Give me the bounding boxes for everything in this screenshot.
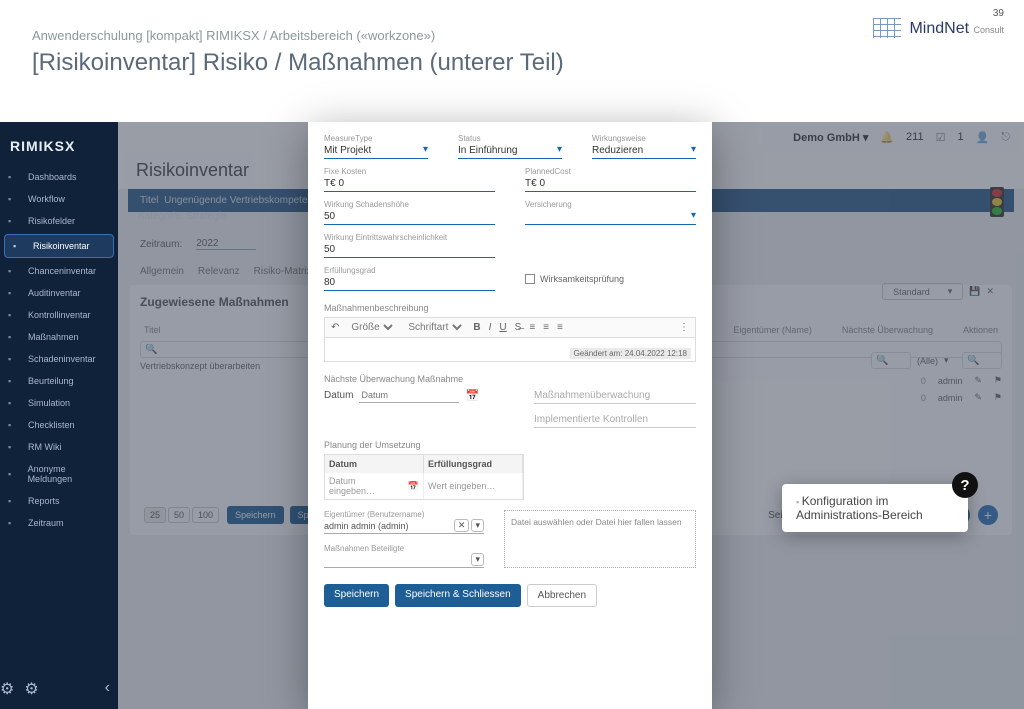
sidebar-item-rm-wiki[interactable]: ▪RM Wiki	[0, 436, 118, 458]
font-size-select[interactable]: Größe	[347, 321, 396, 334]
insurance-select[interactable]	[525, 209, 696, 225]
app-zone: RIMIKSX ▪Dashboards▪Workflow▪Risikofelde…	[0, 122, 1024, 709]
rte-editor[interactable]: Geändert am: 24.04.2022 12:18	[324, 338, 696, 362]
save-button[interactable]: Speichern & Schliessen	[395, 584, 521, 607]
chevron-down-icon: ▾	[691, 210, 696, 221]
nav-icon: ▪	[8, 376, 22, 386]
sidebar-item-beurteilung[interactable]: ▪Beurteilung	[0, 370, 118, 392]
sidebar-item-maßnahmen[interactable]: ▪Maßnahmen	[0, 326, 118, 348]
chevron-down-icon[interactable]: ▾	[471, 519, 484, 532]
status-select[interactable]: In Einführung	[458, 143, 562, 159]
sidebar-item-reports[interactable]: ▪Reports	[0, 490, 118, 512]
monitor-date-input[interactable]	[359, 388, 459, 403]
cancel-button[interactable]: Abbrechen	[527, 584, 597, 607]
sidebar-item-risikofelder[interactable]: ▪Risikofelder	[0, 210, 118, 232]
nav-icon: ▪	[8, 398, 22, 408]
sidebar: RIMIKSX ▪Dashboards▪Workflow▪Risikofelde…	[0, 122, 118, 709]
sidebar-item-schadeninventar[interactable]: ▪Schadeninventar	[0, 348, 118, 370]
measure-modal: MeasureTypeMit Projekt▾ StatusIn Einführ…	[308, 122, 712, 709]
chevron-down-icon: ▾	[557, 144, 562, 155]
planned-cost-input[interactable]: T€ 0	[525, 176, 696, 192]
sidebar-item-auditinventar[interactable]: ▪Auditinventar	[0, 282, 118, 304]
effect-select[interactable]: Reduzieren	[592, 143, 696, 159]
nav-icon: ▪	[8, 216, 22, 226]
sidebar-item-kontrollinventar[interactable]: ▪Kontrollinventar	[0, 304, 118, 326]
gear-icon[interactable]: ⚙	[0, 679, 14, 699]
file-dropzone[interactable]: Datei auswählen oder Datei hier fallen l…	[504, 510, 696, 568]
settings-icon[interactable]: ⚙	[24, 679, 38, 699]
sidebar-item-dashboards[interactable]: ▪Dashboards	[0, 166, 118, 188]
damage-impact-input[interactable]: 50	[324, 209, 495, 225]
nav-icon: ▪	[8, 442, 22, 452]
rte-toolbar[interactable]: ↶ Größe Schriftart B I U S̶ ≡ ≡ ≡ ⋮	[324, 317, 696, 338]
chevron-down-icon: ▾	[691, 144, 696, 155]
breadcrumb: Anwenderschulung [kompakt] RIMIKSX / Arb…	[32, 28, 992, 43]
underline-icon[interactable]: U	[499, 322, 506, 333]
monitoring-input[interactable]: Maßnahmenüberwachung	[534, 388, 696, 404]
save-button[interactable]: Speichern	[324, 584, 389, 607]
grid-icon	[873, 18, 901, 38]
nav-icon: ▪	[8, 266, 22, 276]
align-left-icon[interactable]: ≡	[529, 322, 535, 333]
sidebar-item-checklisten[interactable]: ▪Checklisten	[0, 414, 118, 436]
participants-select[interactable]: ▾	[324, 553, 484, 568]
align-right-icon[interactable]: ≡	[557, 322, 563, 333]
collapse-icon[interactable]: ‹	[105, 679, 110, 699]
sidebar-brand: RIMIKSX	[0, 132, 118, 166]
bold-icon[interactable]: B	[473, 322, 480, 333]
nav-icon: ▪	[8, 496, 22, 506]
sidebar-item-chanceninventar[interactable]: ▪Chanceninventar	[0, 260, 118, 282]
sidebar-item-anonyme-meldungen[interactable]: ▪Anonyme Meldungen	[0, 458, 118, 490]
calendar-icon[interactable]: 📅	[465, 389, 479, 402]
sidebar-item-zeitraum[interactable]: ▪Zeitraum	[0, 512, 118, 534]
nav-icon: ▪	[8, 172, 22, 182]
nav-icon: ▪	[8, 310, 22, 320]
chevron-down-icon[interactable]: ▾	[471, 553, 484, 566]
calendar-icon[interactable]: 📅	[408, 481, 419, 492]
nav-icon: ▪	[8, 420, 22, 430]
align-center-icon[interactable]: ≡	[543, 322, 549, 333]
font-family-select[interactable]: Schriftart	[404, 321, 465, 334]
owner-select[interactable]: admin admin (admin) ✕▾	[324, 519, 484, 534]
nav-icon: ▪	[8, 332, 22, 342]
fix-cost-input[interactable]: T€ 0	[324, 176, 495, 192]
help-icon[interactable]: ?	[952, 472, 978, 498]
fulfilment-input[interactable]: 80	[324, 275, 495, 291]
effectiveness-check[interactable]: Wirksamkeitsprüfung	[525, 274, 696, 284]
chevron-down-icon: ▾	[423, 144, 428, 155]
nav-icon: ▪	[8, 469, 22, 479]
planning-table: DatumErfüllungsgrad Datum eingeben…📅 Wer…	[324, 454, 524, 500]
tooltip-callout: ? Konfiguration im Administrations-Berei…	[782, 484, 968, 532]
italic-icon[interactable]: I	[489, 322, 492, 333]
nav-icon: ▪	[8, 194, 22, 204]
measure-type-select[interactable]: Mit Projekt	[324, 143, 428, 159]
sidebar-item-simulation[interactable]: ▪Simulation	[0, 392, 118, 414]
brand-logo: MindNet Consult	[873, 18, 1004, 38]
slide-title: [Risikoinventar] Risiko / Maßnahmen (unt…	[32, 49, 992, 77]
nav-icon: ▪	[8, 354, 22, 364]
nav-icon: ▪	[8, 288, 22, 298]
strike-icon[interactable]: S̶	[515, 322, 522, 333]
nav-icon: ▪	[13, 241, 27, 251]
sidebar-item-risikoinventar[interactable]: ▪Risikoinventar	[4, 234, 114, 258]
probability-impact-input[interactable]: 50	[324, 242, 495, 258]
nav-icon: ▪	[8, 518, 22, 528]
slide-header: 39 MindNet Consult Anwenderschulung [kom…	[0, 0, 1024, 87]
plan-date-input[interactable]: Datum eingeben…📅	[325, 473, 424, 499]
undo-icon[interactable]: ↶	[331, 322, 339, 333]
controls-input[interactable]: Implementierte Kontrollen	[534, 412, 696, 428]
more-icon[interactable]: ⋮	[679, 322, 689, 333]
sidebar-item-workflow[interactable]: ▪Workflow	[0, 188, 118, 210]
plan-value-input[interactable]: Wert eingeben…	[424, 473, 523, 499]
clear-icon[interactable]: ✕	[454, 519, 470, 532]
